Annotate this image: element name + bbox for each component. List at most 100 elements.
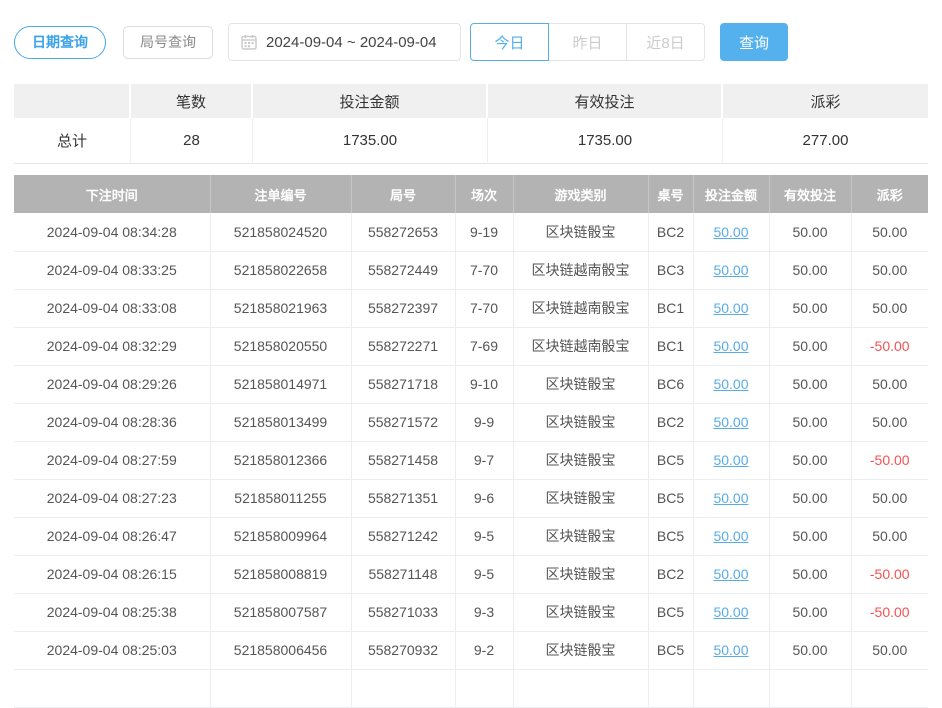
summary-header-row: 笔数 投注金额 有效投注 派彩 [14,84,928,118]
bet-time-cell: 2024-09-04 08:29:26 [14,365,210,403]
summary-valid-bet-value: 1735.00 [488,118,723,164]
summary-total-label: 总计 [14,118,131,164]
bet-amount-cell: 50.00 [693,517,769,555]
bet-amount-cell: 50.00 [693,555,769,593]
game-type-cell: 区块链越南骰宝 [513,289,648,327]
bet-amount-link[interactable]: 50.00 [713,566,748,582]
bet-number-cell: 521858020550 [210,327,351,365]
bet-time-cell: 2024-09-04 08:27:23 [14,479,210,517]
game-type-cell: 区块链越南骰宝 [513,327,648,365]
bet-records-table: 下注时间 注单编号 局号 场次 游戏类别 桌号 投注金额 有效投注 派彩 202… [14,175,928,708]
session-cell: 9-3 [455,593,513,631]
session-cell: 7-69 [455,327,513,365]
bet-amount-cell: 50.00 [693,593,769,631]
search-button[interactable]: 查询 [720,23,788,61]
bet-table-header-row: 下注时间 注单编号 局号 场次 游戏类别 桌号 投注金额 有效投注 派彩 [14,175,928,213]
bet-number-cell: 521858014971 [210,365,351,403]
table-row: 2024-09-04 08:34:28521858024520558272653… [14,213,928,251]
round-number-cell: 558271242 [351,517,455,555]
bet-amount-link[interactable]: 50.00 [713,528,748,544]
bet-time-cell: 2024-09-04 08:26:47 [14,517,210,555]
query-toolbar: 日期查询 局号查询 2024-09-04 ~ 2024-09-04 今日 昨日 … [14,23,928,61]
game-type-cell: 区块链骰宝 [513,517,648,555]
bet-amount-link[interactable]: 50.00 [713,490,748,506]
date-query-tab-button[interactable]: 日期查询 [14,26,106,59]
table-row: 2024-09-04 08:33:08521858021963558272397… [14,289,928,327]
session-cell: 7-70 [455,251,513,289]
bet-amount-link[interactable]: 50.00 [713,642,748,658]
valid-bet-cell: 50.00 [769,403,851,441]
session-cell: 9-5 [455,517,513,555]
valid-bet-cell: 50.00 [769,555,851,593]
bet-number-cell: 521858008819 [210,555,351,593]
table-number-cell: BC5 [648,479,693,517]
summary-header-bet-amount: 投注金额 [253,84,488,118]
game-type-cell: 区块链骰宝 [513,213,648,251]
table-row [14,669,928,707]
date-range-picker[interactable]: 2024-09-04 ~ 2024-09-04 [228,23,461,61]
bet-amount-link[interactable]: 50.00 [713,376,748,392]
bet-time-cell: 2024-09-04 08:25:38 [14,593,210,631]
bet-number-cell: 521858021963 [210,289,351,327]
session-cell: 9-9 [455,403,513,441]
yesterday-button[interactable]: 昨日 [548,23,627,61]
payout-cell: 50.00 [851,289,928,327]
bet-amount-link[interactable]: 50.00 [713,300,748,316]
table-number-cell: BC2 [648,403,693,441]
bet-amount-link[interactable]: 50.00 [713,452,748,468]
bet-amount-link[interactable]: 50.00 [713,604,748,620]
valid-bet-cell: 50.00 [769,631,851,669]
bet-time-cell: 2024-09-04 08:32:29 [14,327,210,365]
payout-cell: 50.00 [851,517,928,555]
bet-number-cell: 521858022658 [210,251,351,289]
bet-amount-link[interactable]: 50.00 [713,224,748,240]
bet-number-cell: 521858012366 [210,441,351,479]
session-cell: 9-10 [455,365,513,403]
table-row: 2024-09-04 08:25:03521858006456558270932… [14,631,928,669]
bet-time-cell: 2024-09-04 08:27:59 [14,441,210,479]
session-cell: 9-19 [455,213,513,251]
last-8-days-button[interactable]: 近8日 [626,23,705,61]
bet-amount-cell: 50.00 [693,289,769,327]
round-query-tab-button[interactable]: 局号查询 [123,26,213,59]
valid-bet-cell: 50.00 [769,441,851,479]
round-number-cell: 558272449 [351,251,455,289]
table-row: 2024-09-04 08:26:47521858009964558271242… [14,517,928,555]
bet-amount-link[interactable]: 50.00 [713,414,748,430]
summary-header-valid-bet: 有效投注 [488,84,723,118]
bet-time-cell: 2024-09-04 08:28:36 [14,403,210,441]
bet-time-cell: 2024-09-04 08:34:28 [14,213,210,251]
table-number-cell: BC5 [648,517,693,555]
valid-bet-cell: 50.00 [769,327,851,365]
game-type-cell: 区块链骰宝 [513,555,648,593]
game-type-cell: 区块链骰宝 [513,479,648,517]
bet-amount-cell: 50.00 [693,479,769,517]
payout-cell: -50.00 [851,441,928,479]
bet-amount-link[interactable]: 50.00 [713,338,748,354]
header-valid-bet: 有效投注 [769,175,851,213]
calendar-icon [241,34,257,50]
table-row: 2024-09-04 08:28:36521858013499558271572… [14,403,928,441]
table-row: 2024-09-04 08:26:15521858008819558271148… [14,555,928,593]
header-bet-number: 注单编号 [210,175,351,213]
payout-cell: 50.00 [851,631,928,669]
round-number-cell: 558272653 [351,213,455,251]
bet-amount-cell: 50.00 [693,403,769,441]
game-type-cell: 区块链骰宝 [513,441,648,479]
bet-amount-cell: 50.00 [693,631,769,669]
valid-bet-cell: 50.00 [769,289,851,327]
summary-bet-amount-value: 1735.00 [253,118,488,164]
round-number-cell: 558272271 [351,327,455,365]
round-number-cell: 558270932 [351,631,455,669]
today-button[interactable]: 今日 [470,23,549,61]
payout-cell: 50.00 [851,479,928,517]
bet-amount-cell: 50.00 [693,365,769,403]
table-row: 2024-09-04 08:33:25521858022658558272449… [14,251,928,289]
table-number-cell: BC1 [648,289,693,327]
session-cell: 9-5 [455,555,513,593]
table-number-cell: BC5 [648,441,693,479]
bet-time-cell: 2024-09-04 08:33:25 [14,251,210,289]
bet-amount-link[interactable]: 50.00 [713,262,748,278]
table-row: 2024-09-04 08:27:59521858012366558271458… [14,441,928,479]
bet-table-body: 2024-09-04 08:34:28521858024520558272653… [14,213,928,707]
